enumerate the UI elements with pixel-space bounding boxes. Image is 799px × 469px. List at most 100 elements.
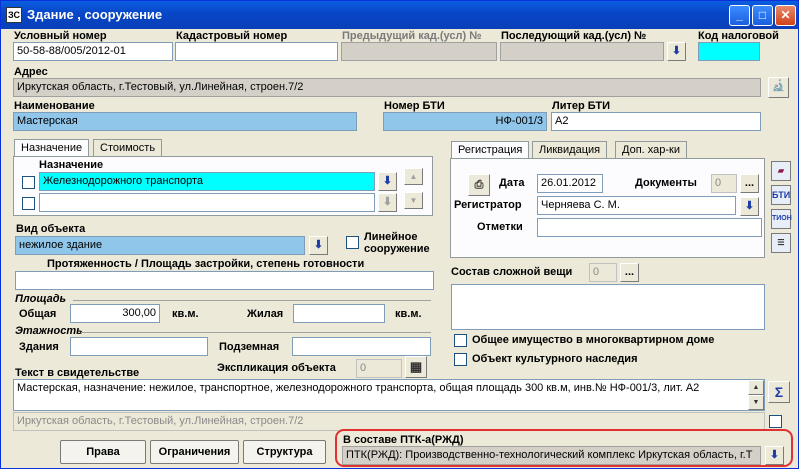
reg-date-label: Дата xyxy=(499,177,525,189)
microscope-icon[interactable]: 🔬 xyxy=(768,77,789,98)
floors-underground-field[interactable] xyxy=(292,337,431,356)
purpose-up-button[interactable]: ▲ xyxy=(404,168,423,185)
restrictions-button[interactable]: Ограничения xyxy=(150,440,239,464)
purpose-down-button-1[interactable]: ⬇ xyxy=(378,172,397,191)
structure-button[interactable]: Структура xyxy=(243,440,326,464)
area-unit-2: кв.м. xyxy=(395,308,422,320)
area-total-label: Общая xyxy=(19,308,57,320)
floors-divider xyxy=(81,332,431,333)
prev-cad-field xyxy=(341,42,497,61)
notes-field[interactable] xyxy=(537,218,762,237)
app-icon: ЗС xyxy=(6,7,22,23)
complex-ellipsis-button[interactable]: ... xyxy=(620,263,639,282)
list-icon[interactable]: ☰ xyxy=(771,233,791,253)
cad-num-label: Кадастровый номер xyxy=(176,30,288,42)
area-section-label: Площадь xyxy=(15,293,67,305)
common-property-label: Общее имущество в многоквартирном доме xyxy=(472,334,715,346)
liter-field[interactable]: А2 xyxy=(551,112,761,131)
bti-icon[interactable]: БТИ xyxy=(771,185,791,205)
name-field[interactable]: Мастерская xyxy=(13,112,357,131)
complex-list-field[interactable] xyxy=(451,284,765,330)
tab-cost[interactable]: Стоимость xyxy=(93,139,163,157)
registrar-field[interactable]: Черняева С. М. xyxy=(537,196,736,215)
cultural-label: Объект культурного наследия xyxy=(472,353,638,365)
purpose-field-1[interactable]: Железнодорожного транспорта xyxy=(39,172,375,191)
purpose-field-2[interactable] xyxy=(39,193,375,212)
reg-docs-field: 0 xyxy=(711,174,737,193)
ptk-label: В составе ПТК-а(РЖД) xyxy=(343,434,464,446)
area-total-field[interactable]: 300,00 xyxy=(70,304,160,323)
purpose-checkbox-1[interactable] xyxy=(22,176,35,189)
book-icon[interactable]: ▰ xyxy=(771,161,791,181)
address-label: Адрес xyxy=(14,66,48,78)
window-title: Здание , сооружение xyxy=(27,7,163,22)
purpose-checkbox-2[interactable] xyxy=(22,197,35,210)
reg-docs-ellipsis-button[interactable]: ... xyxy=(740,174,759,193)
next-cad-down-button[interactable]: ⬇ xyxy=(667,42,686,61)
title-bar[interactable]: ЗС Здание , сооружение _ □ ✕ xyxy=(1,1,798,29)
address-field[interactable]: Иркутская область, г.Тестовый, ул.Линейн… xyxy=(13,78,761,97)
sigma-button[interactable]: Σ xyxy=(768,381,790,403)
reg-date-field[interactable]: 26.01.2012 xyxy=(537,174,603,193)
kind-label: Вид объекта xyxy=(16,223,86,235)
printer-icon[interactable]: ⎙ xyxy=(468,174,490,196)
explication-label: Экспликация объекта xyxy=(217,362,336,374)
window: ЗС Здание , сооружение _ □ ✕ Условный но… xyxy=(0,0,799,469)
cultural-checkbox[interactable] xyxy=(454,353,467,366)
calculator-icon[interactable]: ▦ xyxy=(405,356,427,378)
purpose-label: Назначение xyxy=(39,159,104,171)
length-label: Протяженность / Площадь застройки, степе… xyxy=(47,258,365,270)
area-living-label: Жилая xyxy=(247,308,284,320)
certificate-scroll-down[interactable]: ▼ xyxy=(748,395,764,410)
linear-label-2: сооружение xyxy=(364,243,430,255)
registrar-down-button[interactable]: ⬇ xyxy=(740,197,759,216)
kind-field[interactable]: нежилое здание xyxy=(15,236,305,255)
certificate-scroll-up[interactable]: ▲ xyxy=(748,380,764,395)
prev-cad-label: Предыдущий кад.(усл) № xyxy=(342,30,482,42)
close-button[interactable]: ✕ xyxy=(775,5,796,26)
floors-buildings-field[interactable] xyxy=(70,337,208,356)
notes-label: Отметки xyxy=(477,221,523,233)
floors-section-label: Этажность xyxy=(15,325,83,337)
common-property-checkbox[interactable] xyxy=(454,334,467,347)
floors-underground-label: Подземная xyxy=(219,341,280,353)
rights-button[interactable]: Права xyxy=(60,440,146,464)
next-cad-label: Последующий кад.(усл) № xyxy=(501,30,647,42)
tab-liquidation[interactable]: Ликвидация xyxy=(532,141,608,159)
maximize-button[interactable]: □ xyxy=(752,5,773,26)
area-unit-1: кв.м. xyxy=(172,308,199,320)
tinon-icon[interactable]: ТИОН xyxy=(771,209,792,229)
kind-down-button[interactable]: ⬇ xyxy=(309,236,328,255)
next-cad-field xyxy=(500,42,664,61)
cond-num-field[interactable]: 50-58-88/005/2012-01 xyxy=(13,42,173,61)
length-field[interactable] xyxy=(15,271,434,290)
tax-code-label: Код налоговой xyxy=(698,30,779,42)
tab-extra[interactable]: Доп. хар-ки xyxy=(615,141,687,159)
certificate-text-field[interactable]: Мастерская, назначение: нежилое, транспо… xyxy=(13,379,765,411)
purpose-dn-button[interactable]: ▼ xyxy=(404,192,423,209)
tax-code-field[interactable] xyxy=(698,42,760,61)
name-label: Наименование xyxy=(14,100,95,112)
area-divider xyxy=(73,300,431,301)
area-living-field[interactable] xyxy=(293,304,385,323)
reg-docs-label: Документы xyxy=(635,177,697,189)
address-checkbox[interactable] xyxy=(769,415,782,428)
bti-field[interactable]: НФ-001/3 xyxy=(383,112,547,131)
explication-field: 0 xyxy=(356,359,402,378)
cond-num-label: Условный номер xyxy=(14,30,107,42)
linear-label-1: Линейное xyxy=(364,231,418,243)
linear-checkbox[interactable] xyxy=(346,236,359,249)
purpose-panel: Назначение Железнодорожного транспорта ⬇… xyxy=(13,156,433,216)
bti-label: Номер БТИ xyxy=(384,100,445,112)
complex-label: Состав сложной вещи xyxy=(451,266,573,278)
liter-label: Литер БТИ xyxy=(552,100,611,112)
ptk-down-button[interactable]: ⬇ xyxy=(765,446,784,465)
cad-num-field[interactable] xyxy=(175,42,338,61)
purpose-down-button-2[interactable]: ⬇ xyxy=(378,193,397,212)
certificate-label: Текст в свидетельстве xyxy=(15,367,140,379)
registrar-label: Регистратор xyxy=(454,199,522,211)
complex-count-field: 0 xyxy=(589,263,617,282)
ptk-field[interactable]: ПТК(РЖД): Производственно-технологически… xyxy=(342,446,761,465)
floors-buildings-label: Здания xyxy=(19,341,59,353)
minimize-button[interactable]: _ xyxy=(729,5,750,26)
